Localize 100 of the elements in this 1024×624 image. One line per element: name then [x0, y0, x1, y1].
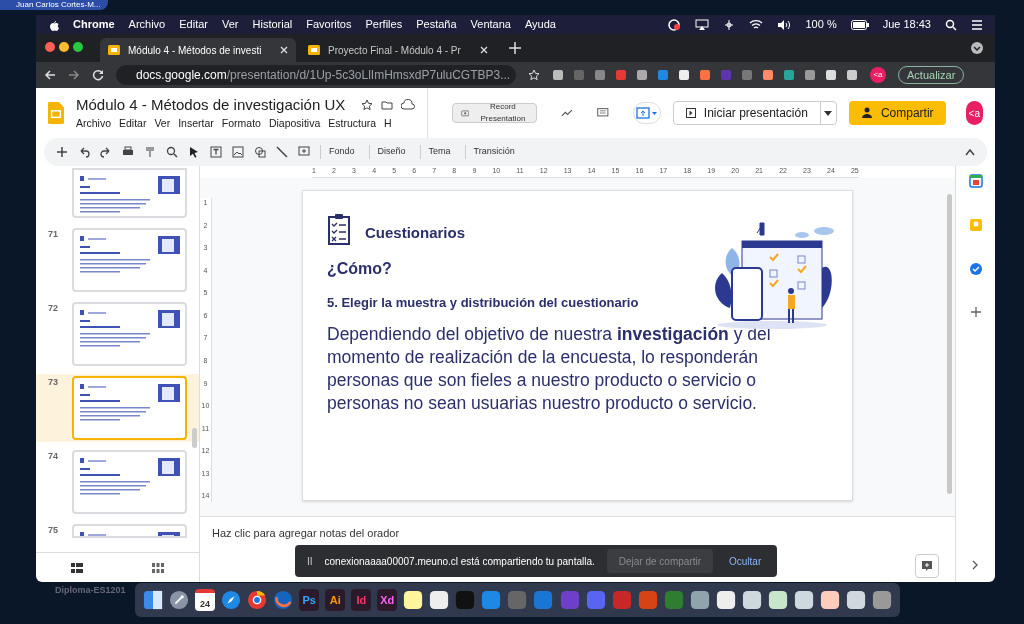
comment-add-icon[interactable]	[298, 146, 310, 158]
add-icon[interactable]	[969, 306, 982, 318]
tasks-icon[interactable]	[968, 262, 983, 276]
close-icon[interactable]	[480, 46, 488, 54]
compass-icon[interactable]	[221, 589, 242, 611]
app-icon[interactable]	[429, 589, 450, 611]
extension-icon[interactable]	[678, 69, 690, 81]
cursor-icon[interactable]	[188, 146, 200, 158]
paint-format-icon[interactable]	[144, 146, 156, 158]
zoom-icon[interactable]	[166, 146, 178, 158]
menu-item[interactable]: Pestaña	[416, 16, 457, 33]
extension-icon[interactable]	[804, 69, 816, 81]
trend-icon[interactable]	[561, 107, 574, 119]
control-center-icon[interactable]	[971, 18, 983, 31]
docs-menu-item[interactable]: Insertar	[178, 116, 214, 133]
volume-icon[interactable]	[777, 18, 792, 31]
search-icon[interactable]	[945, 18, 957, 31]
browser-tab[interactable]: Proyecto Final - Módulo 4 - Pr	[300, 38, 496, 62]
text-box-icon[interactable]	[210, 146, 222, 158]
app-icon[interactable]	[793, 589, 814, 611]
toolbar-button[interactable]: Tema	[419, 145, 455, 159]
docs-menu-item[interactable]: Archivo	[75, 116, 111, 133]
slide-canvas[interactable]	[302, 190, 853, 501]
extension-icon[interactable]	[699, 69, 711, 81]
record-presentation-button[interactable]: Record Presentation	[452, 103, 538, 123]
menu-item[interactable]: Archivo	[128, 16, 166, 33]
menu-item[interactable]: Perfiles	[365, 16, 403, 33]
browser-icon[interactable]	[247, 589, 268, 611]
grid-view-icon[interactable]	[152, 562, 165, 573]
star-icon[interactable]	[361, 99, 374, 112]
scrollbar-thumb[interactable]	[192, 428, 197, 448]
menu-item[interactable]: Ver	[222, 16, 239, 33]
menu-item[interactable]: Favoritos	[306, 16, 352, 33]
address-bar[interactable]: docs.google.com/presentation/d/1Up-5c3oLlImHmsxdP7uluCGTBP3...	[116, 65, 516, 85]
image-icon[interactable]	[232, 146, 244, 158]
bluetooth-icon[interactable]	[723, 18, 736, 31]
reload-icon[interactable]	[92, 69, 104, 81]
redo-icon[interactable]	[100, 146, 112, 158]
app-icon[interactable]	[845, 589, 866, 611]
extension-icon[interactable]	[552, 69, 564, 81]
line-icon[interactable]	[276, 146, 288, 158]
docs-menu-item[interactable]: Estructura	[328, 116, 377, 133]
fox-browser-icon[interactable]	[273, 589, 294, 611]
share-button[interactable]: Compartir	[848, 101, 946, 125]
scrollbar-thumb[interactable]	[946, 194, 952, 494]
filmstrip-view-icon[interactable]	[70, 562, 83, 573]
menu-item[interactable]: Editar	[179, 16, 208, 33]
menu-item[interactable]: Ventana	[470, 16, 511, 33]
expand-panel-icon[interactable]	[972, 560, 979, 570]
toolbar-button[interactable]: Transición	[464, 145, 519, 159]
explore-button[interactable]	[915, 554, 939, 578]
calendar-app-icon[interactable]: 24	[195, 589, 216, 611]
app-icon[interactable]	[715, 589, 736, 611]
app-icon[interactable]	[767, 589, 788, 611]
browser-tab[interactable]: Módulo 4 - Métodos de investi	[100, 38, 296, 62]
extension-icon[interactable]	[846, 69, 858, 81]
app-label-icon[interactable]: Xd	[377, 589, 398, 611]
close-icon[interactable]	[280, 46, 288, 54]
toolbar-button[interactable]: Diseño	[368, 145, 410, 159]
wifi-icon[interactable]	[749, 18, 764, 31]
apple-icon[interactable]	[48, 18, 59, 31]
battery-icon[interactable]	[850, 19, 869, 30]
airplay-icon[interactable]	[695, 18, 710, 31]
docs-menu-item[interactable]: Diapositiva	[268, 116, 321, 133]
speaker-notes-placeholder[interactable]: Haz clic para agregar notas del orador	[212, 525, 400, 542]
back-arrow-icon[interactable]	[44, 69, 56, 81]
app-label-icon[interactable]: Id	[351, 589, 372, 611]
shape-icon[interactable]	[254, 146, 266, 158]
tab-search-icon[interactable]	[971, 42, 983, 54]
undo-icon[interactable]	[78, 146, 90, 158]
forward-arrow-icon[interactable]	[68, 69, 80, 81]
extension-icon[interactable]	[636, 69, 648, 81]
comment-icon[interactable]	[597, 106, 609, 120]
collapse-icon[interactable]	[965, 148, 975, 156]
new-tab-icon[interactable]	[508, 41, 522, 55]
menu-app-name[interactable]: Chrome	[73, 16, 115, 33]
app-icon[interactable]	[819, 589, 840, 611]
profile-avatar[interactable]: <a	[870, 67, 886, 83]
calendar-icon[interactable]	[968, 174, 983, 188]
finder-icon[interactable]	[143, 589, 164, 611]
folder-icon[interactable]	[381, 99, 394, 112]
app-icon[interactable]	[741, 589, 762, 611]
app-label-icon[interactable]: Ai	[325, 589, 346, 611]
docs-menu-item[interactable]: Editar	[119, 116, 147, 133]
status-icon[interactable]	[667, 18, 682, 31]
cloud-icon[interactable]	[401, 99, 416, 112]
docs-menu-item[interactable]: H	[384, 116, 392, 133]
app-label-icon[interactable]: Ps	[299, 589, 320, 611]
docs-menu-item[interactable]: Formato	[221, 116, 261, 133]
user-avatar[interactable]: <a	[965, 101, 983, 125]
plus-icon[interactable]	[56, 146, 68, 158]
document-title[interactable]: Módulo 4 - Métodos de investigación UX	[75, 93, 346, 117]
extension-icon[interactable]	[762, 69, 774, 81]
extension-icon[interactable]	[825, 69, 837, 81]
print-icon[interactable]	[122, 146, 134, 158]
hide-button[interactable]: Ocultar	[725, 553, 766, 569]
app-icon[interactable]	[689, 589, 710, 611]
app-icon[interactable]	[403, 589, 424, 611]
menu-item[interactable]: Historial	[252, 16, 293, 33]
docs-menu-item[interactable]: Ver	[154, 116, 171, 133]
